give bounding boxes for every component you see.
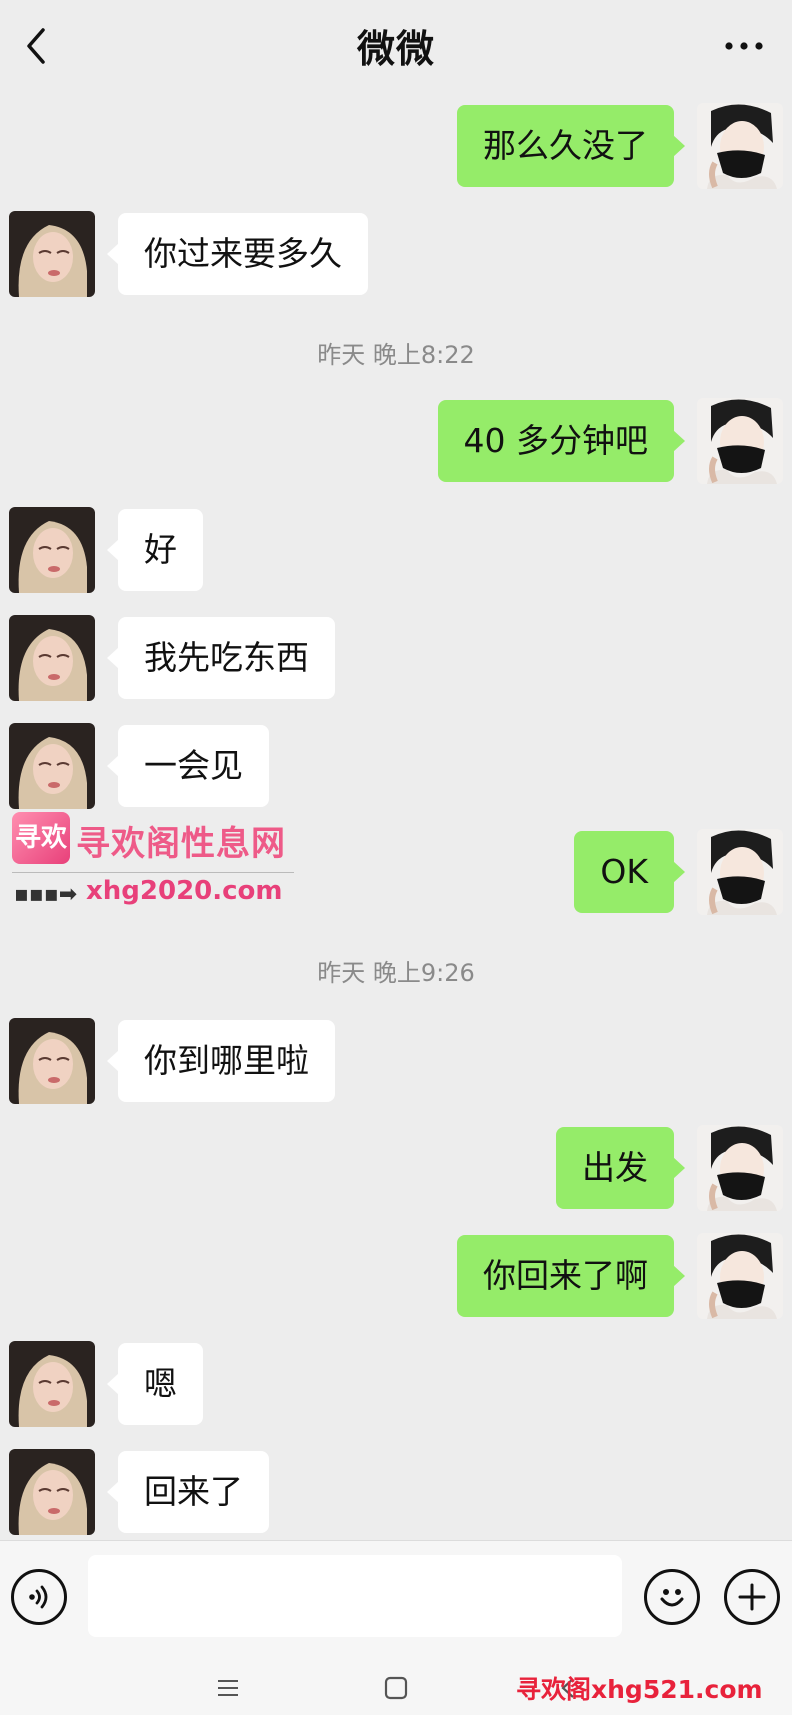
avatar-contact[interactable] xyxy=(9,211,95,297)
input-bar xyxy=(0,1540,792,1652)
watermark-divider xyxy=(12,872,294,873)
message-bubble-self[interactable]: 你回来了啊 xyxy=(457,1235,685,1317)
message-input[interactable] xyxy=(88,1555,622,1637)
avatar-contact[interactable] xyxy=(9,1341,95,1427)
watermark: 寻欢 寻欢阁性息网 ▪▪▪➡ xhg2020.com xyxy=(6,812,296,912)
message-row: 嗯 xyxy=(0,1341,792,1427)
emoji-button[interactable] xyxy=(644,1569,700,1625)
message-bubble-self[interactable]: 40 多分钟吧 xyxy=(437,400,686,482)
watermark-title: 寻欢阁性息网 xyxy=(76,824,286,864)
message-row: 你到哪里啦 xyxy=(0,1018,792,1104)
message-row: 好 xyxy=(0,507,792,593)
message-row: 我先吃东西 xyxy=(0,615,792,701)
message-bubble-contact[interactable]: 你过来要多久 xyxy=(107,213,368,295)
message-bubble-self[interactable]: 出发 xyxy=(556,1127,685,1209)
message-bubble-contact[interactable]: 好 xyxy=(107,509,203,591)
arrow-icon: ▪▪▪➡ xyxy=(14,882,78,907)
home-icon xyxy=(384,1676,408,1700)
watermark-logo: 寻欢 xyxy=(12,812,70,864)
message-row: 你回来了啊 xyxy=(0,1233,792,1319)
timestamp: 昨天 晚上8:22 xyxy=(317,341,475,369)
menu-icon xyxy=(218,1680,238,1696)
message-bubble-contact[interactable]: 一会见 xyxy=(107,725,269,807)
plus-icon xyxy=(738,1583,766,1611)
message-bubble-contact[interactable]: 嗯 xyxy=(107,1343,203,1425)
system-navbar: 寻欢阁xhg521.com xyxy=(0,1652,792,1715)
nav-home-button[interactable] xyxy=(376,1668,416,1708)
emoji-icon xyxy=(660,1589,684,1607)
avatar-self[interactable] xyxy=(697,1233,783,1319)
chat-title: 微微 xyxy=(356,27,435,71)
voice-icon xyxy=(29,1585,48,1609)
message-bubble-self[interactable]: 那么久没了 xyxy=(457,105,685,187)
chat-header: 微微 xyxy=(0,0,792,92)
message-bubble-self[interactable]: OK xyxy=(574,831,685,913)
plus-button[interactable] xyxy=(724,1569,780,1625)
avatar-self[interactable] xyxy=(697,103,783,189)
avatar-self[interactable] xyxy=(697,398,783,484)
avatar-contact[interactable] xyxy=(9,1018,95,1104)
avatar-contact[interactable] xyxy=(9,615,95,701)
avatar-self[interactable] xyxy=(697,829,783,915)
voice-button[interactable] xyxy=(11,1569,67,1625)
message-row: 40 多分钟吧 xyxy=(0,398,792,484)
avatar-self[interactable] xyxy=(697,1125,783,1211)
message-row: 出发 xyxy=(0,1125,792,1211)
watermark-url: xhg2020.com xyxy=(86,876,283,906)
nav-menu-button[interactable] xyxy=(208,1668,248,1708)
message-bubble-contact[interactable]: 我先吃东西 xyxy=(107,617,335,699)
message-row: 那么久没了 xyxy=(0,103,792,189)
message-row: 回来了 xyxy=(0,1449,792,1535)
avatar-contact[interactable] xyxy=(9,723,95,809)
message-row: 你过来要多久 xyxy=(0,211,792,297)
more-icon xyxy=(725,42,763,50)
avatar-contact[interactable] xyxy=(9,507,95,593)
message-bubble-contact[interactable]: 你到哪里啦 xyxy=(107,1020,335,1102)
message-row: 一会见 xyxy=(0,723,792,809)
footer-watermark: 寻欢阁xhg521.com xyxy=(516,1675,763,1704)
message-bubble-contact[interactable]: 回来了 xyxy=(107,1451,269,1533)
avatar-contact[interactable] xyxy=(9,1449,95,1535)
timestamp: 昨天 晚上9:26 xyxy=(317,959,475,987)
more-button[interactable] xyxy=(716,26,772,66)
